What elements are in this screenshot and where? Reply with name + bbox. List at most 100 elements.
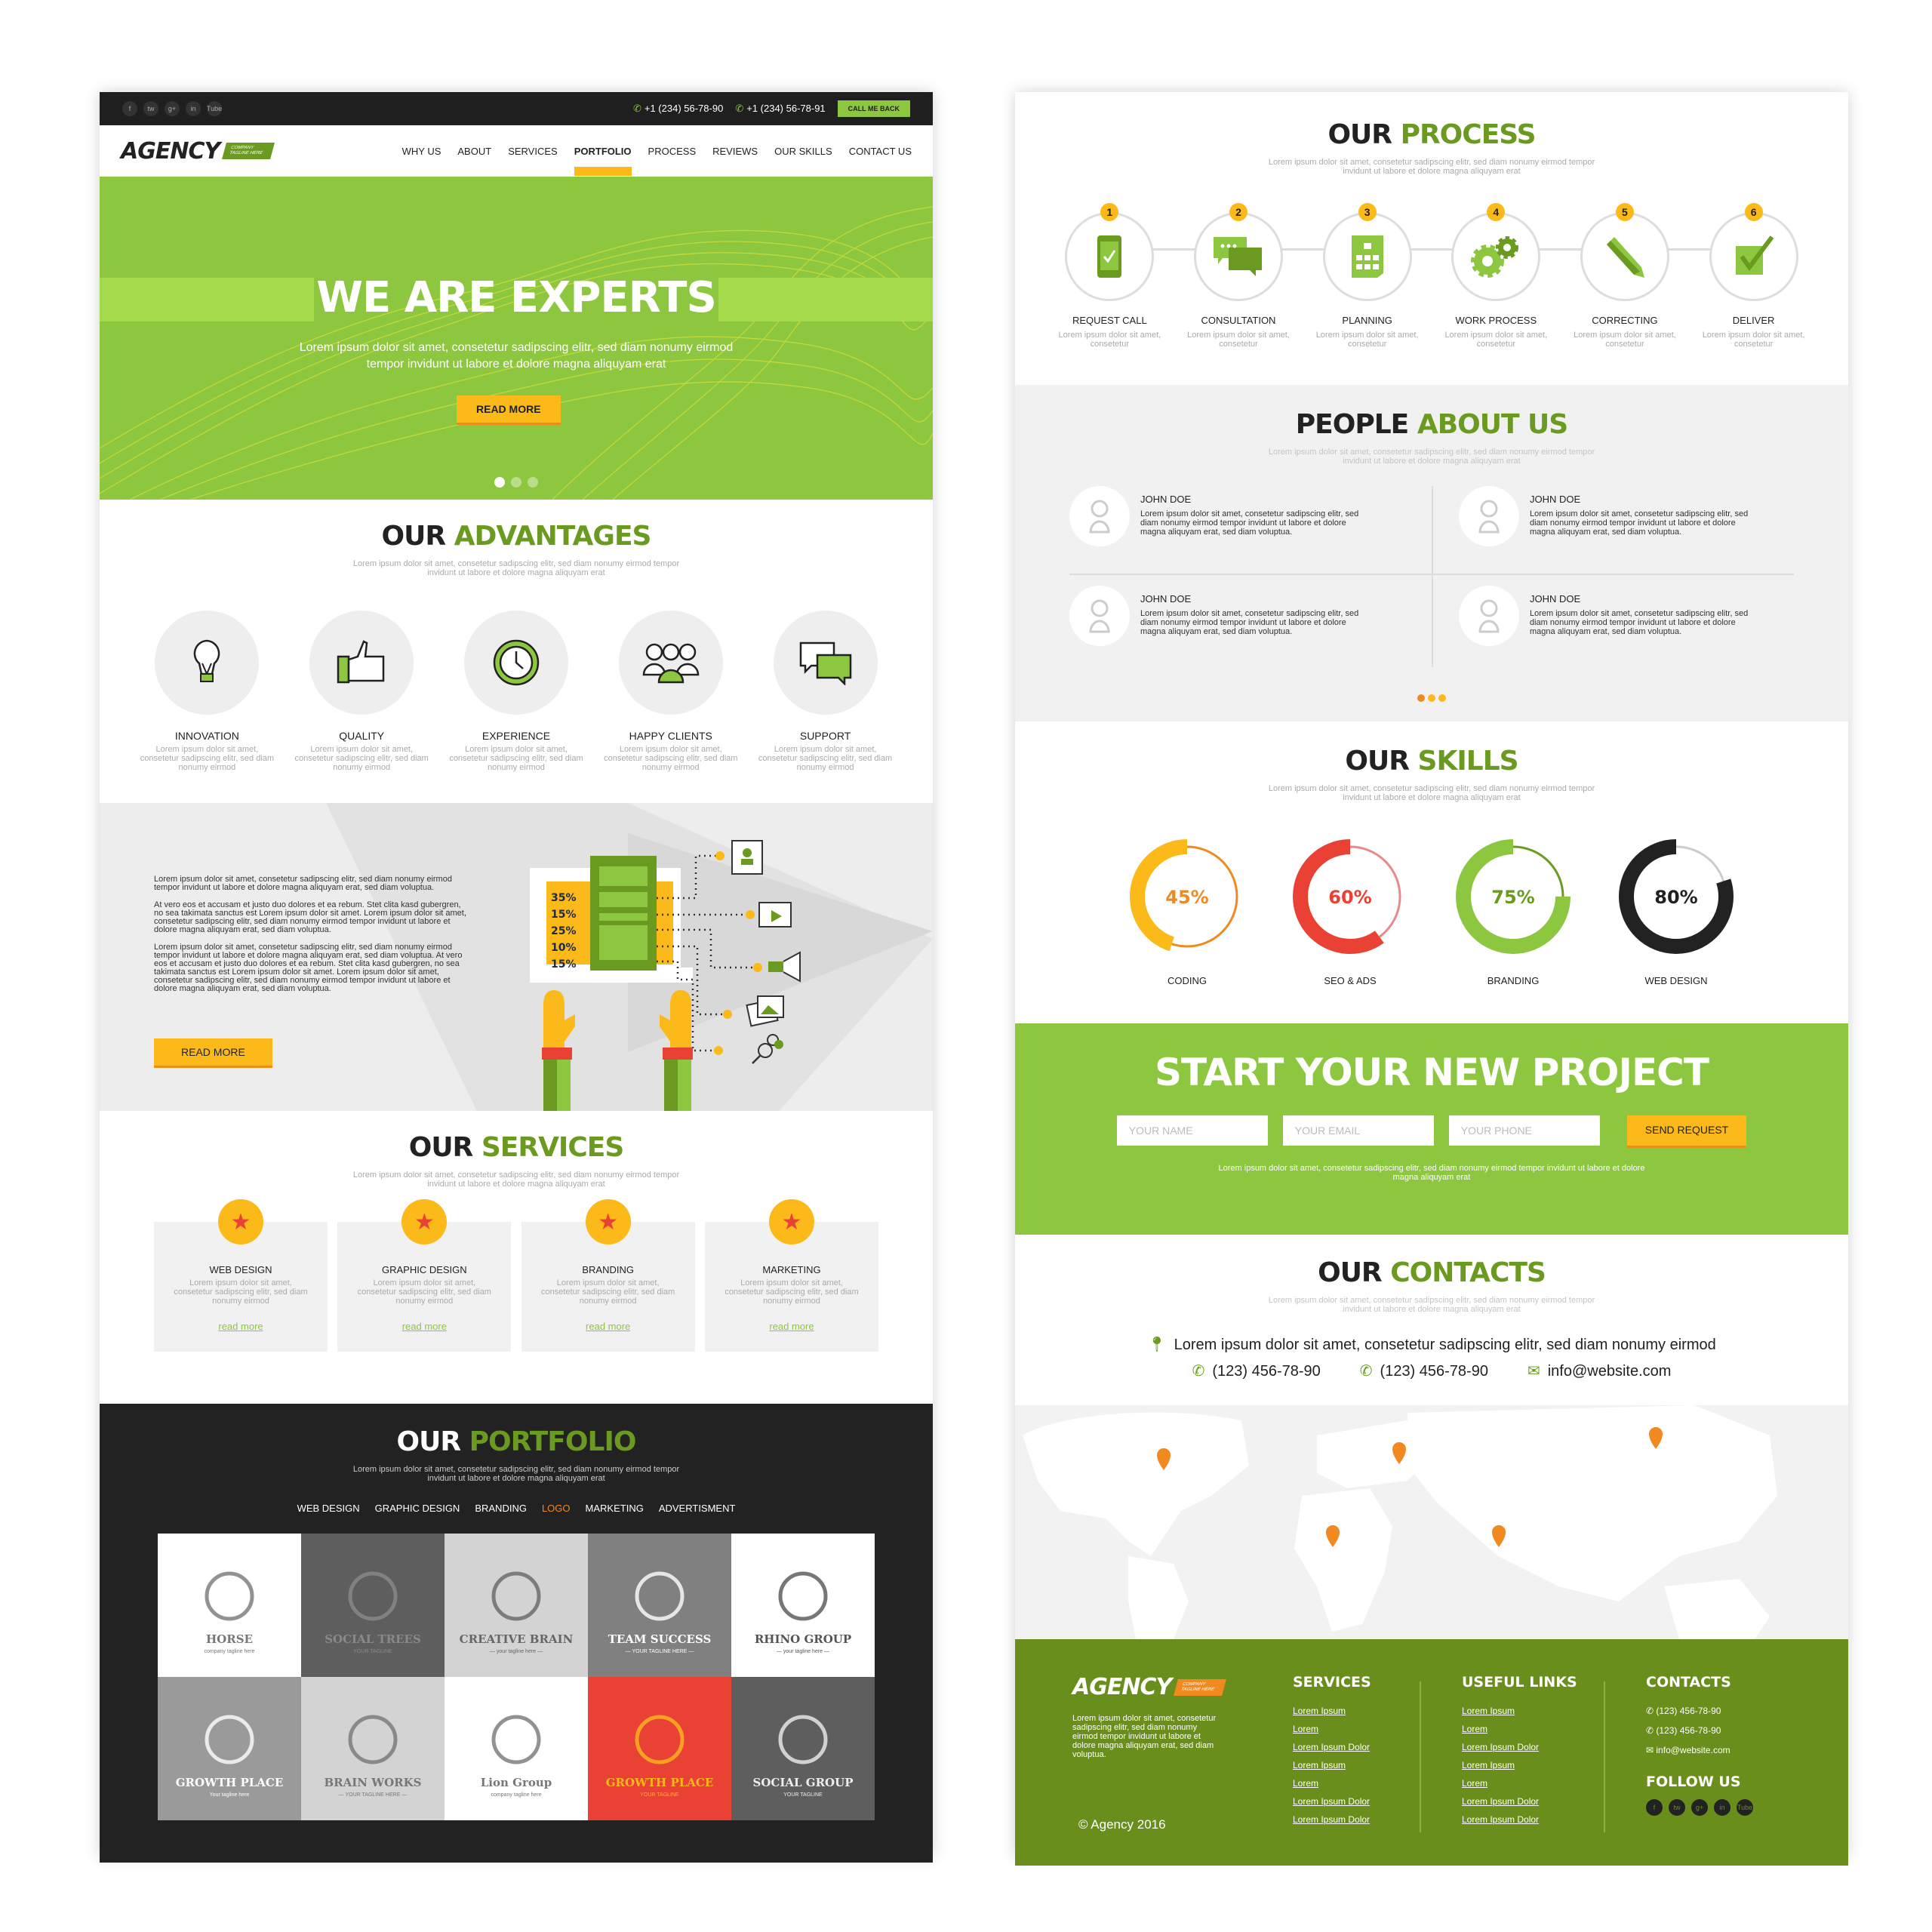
send-request-button[interactable]: SEND REQUEST xyxy=(1626,1115,1747,1146)
footer-link[interactable]: Lorem Ipsum Dolor xyxy=(1293,1742,1371,1752)
footer-link[interactable]: Lorem Ipsum xyxy=(1293,1760,1371,1770)
services-section: OUR SERVICES Lorem ipsum dolor sit amet,… xyxy=(100,1111,933,1404)
nav-about[interactable]: ABOUT xyxy=(457,141,491,162)
process-steps: 1 REQUEST CALL Lorem ipsum dolor sit amet,… xyxy=(1015,203,1848,349)
footer-link[interactable]: Lorem Ipsum xyxy=(1293,1706,1371,1716)
about-section: ABOUT US Lorem ipsum dolor sit amet, con… xyxy=(100,803,933,1111)
call-me-back-button[interactable]: CALL ME BACK xyxy=(837,100,910,117)
nav-why-us[interactable]: WHY US xyxy=(402,141,441,162)
skills-title: OUR SKILLS xyxy=(1345,746,1518,777)
testimonial: JOHN DOE Lorem ipsum dolor sit amet, cons… xyxy=(1069,486,1417,546)
portfolio-item[interactable]: GROWTH PLACE Your tagline here xyxy=(158,1677,301,1820)
slide-dot-2[interactable] xyxy=(511,477,521,488)
footer-link[interactable]: Lorem xyxy=(1462,1778,1577,1789)
gears-icon xyxy=(1471,236,1519,278)
footer-logo[interactable]: AGENCY COMPANY TAGLINE HERE xyxy=(1072,1674,1226,1700)
footer-link[interactable]: Lorem Ipsum Dolor xyxy=(1462,1742,1577,1752)
facebook-icon[interactable]: f xyxy=(1646,1799,1663,1816)
footer-link[interactable]: Lorem Ipsum xyxy=(1462,1760,1577,1770)
advantages-subtitle: Lorem ipsum dolor sit amet, consetetur s… xyxy=(352,559,680,577)
phone-input[interactable] xyxy=(1448,1115,1600,1146)
tab-marketing[interactable]: MARKETING xyxy=(586,1503,644,1514)
phone-icon: ✆ xyxy=(632,103,641,114)
testimonials-section: PEOPLE ABOUT US Lorem ipsum dolor sit am… xyxy=(1015,385,1848,721)
email-input[interactable] xyxy=(1282,1115,1434,1146)
hero-read-more-button[interactable]: READ MORE xyxy=(457,395,561,423)
hands-illustration xyxy=(542,990,693,1111)
portfolio-item[interactable]: RHINO GROUP — your tagline here — xyxy=(731,1534,875,1677)
skill-gauge: 60% SEO & ADS xyxy=(1286,832,1414,986)
skill-percent: 60% xyxy=(1328,887,1371,908)
page-dot-3[interactable] xyxy=(1438,694,1446,702)
tab-advertisment[interactable]: ADVERTISMENT xyxy=(659,1503,736,1514)
google-plus-icon[interactable]: g+ xyxy=(165,101,180,116)
footer-phone-2[interactable]: ✆ (123) 456-78-90 xyxy=(1646,1725,1753,1736)
advantages-title: OUR ADVANTAGES xyxy=(381,521,652,552)
about-read-more-button[interactable]: READ MORE xyxy=(154,1038,272,1066)
phone-icon: ✆ xyxy=(735,103,744,114)
facebook-icon[interactable]: f xyxy=(122,101,137,116)
page-dot-2[interactable] xyxy=(1428,694,1435,702)
page-dot-1[interactable] xyxy=(1417,694,1425,702)
process-step: 1 REQUEST CALL Lorem ipsum dolor sit amet,… xyxy=(1053,203,1166,349)
portfolio-item[interactable]: TEAM SUCCESS — YOUR TAGLINE HERE — xyxy=(588,1534,731,1677)
slide-dot-3[interactable] xyxy=(528,477,538,488)
name-input[interactable] xyxy=(1116,1115,1268,1146)
footer-link[interactable]: Lorem xyxy=(1293,1778,1371,1789)
advantage-item: QUALITY Lorem ipsum dolor sit amet, cons… xyxy=(294,611,429,772)
world-map[interactable] xyxy=(1015,1405,1848,1639)
address: 📍︎ Lorem ipsum dolor sit amet, consetetur… xyxy=(1147,1337,1716,1353)
logo[interactable]: AGENCY COMPANY TAGLINE HERE xyxy=(121,138,275,165)
nav-our-skills[interactable]: OUR SKILLS xyxy=(774,141,832,162)
read-more-link[interactable]: read more xyxy=(705,1321,878,1332)
footer-link[interactable]: Lorem Ipsum Dolor xyxy=(1462,1814,1577,1825)
footer-phone-1[interactable]: ✆ (123) 456-78-90 xyxy=(1646,1706,1753,1716)
linkedin-icon[interactable]: in xyxy=(1714,1799,1730,1816)
portfolio-item[interactable]: Lion Group company tagline here xyxy=(445,1677,588,1820)
google-plus-icon[interactable]: g+ xyxy=(1691,1799,1708,1816)
phone-numbers: ✆ +1 (234) 56-78-90 ✆ +1 (234) 56-78-91 CA… xyxy=(633,100,910,117)
contact-phone-2[interactable]: ✆ (123) 456-78-90 xyxy=(1360,1361,1488,1380)
footer-link[interactable]: Lorem xyxy=(1293,1724,1371,1734)
linkedin-icon[interactable]: in xyxy=(186,101,201,116)
skills-list: 45% CODING 60% SEO & ADS 75% BRANDING 80… xyxy=(1015,832,1848,986)
portfolio-item[interactable]: BRAIN WORKS — YOUR TAGLINE HERE — xyxy=(301,1677,445,1820)
twitter-icon[interactable]: tw xyxy=(1669,1799,1685,1816)
contact-phone-1[interactable]: ✆ (123) 456-78-90 xyxy=(1192,1361,1321,1380)
nav-reviews[interactable]: REVIEWS xyxy=(712,141,758,162)
tab-logo[interactable]: LOGO xyxy=(542,1503,571,1514)
read-more-link[interactable]: read more xyxy=(154,1321,328,1332)
pencil-icon xyxy=(1606,237,1644,278)
portfolio-item[interactable]: CREATIVE BRAIN — your tagline here — xyxy=(445,1534,588,1677)
footer-link[interactable]: Lorem Ipsum Dolor xyxy=(1293,1814,1371,1825)
portfolio-item[interactable]: SOCIAL TREES YOUR TAGLINE xyxy=(301,1534,445,1677)
nav-portfolio[interactable]: PORTFOLIO xyxy=(574,141,632,176)
nav-services[interactable]: SERVICES xyxy=(508,141,558,162)
youtube-icon[interactable]: Tube xyxy=(207,101,222,116)
read-more-link[interactable]: read more xyxy=(337,1321,511,1332)
youtube-icon[interactable]: Tube xyxy=(1737,1799,1753,1816)
portfolio-subtitle: Lorem ipsum dolor sit amet, consetetur s… xyxy=(352,1465,680,1483)
footer-link[interactable]: Lorem Ipsum xyxy=(1462,1706,1577,1716)
contact-email[interactable]: ✉ info@website.com xyxy=(1527,1361,1671,1380)
slider-dots xyxy=(100,477,933,488)
footer-link[interactable]: Lorem Ipsum Dolor xyxy=(1462,1796,1577,1807)
tab-graphic-design[interactable]: GRAPHIC DESIGN xyxy=(375,1503,460,1514)
portfolio-item[interactable]: SOCIAL GROUP YOUR TAGLINE xyxy=(731,1677,875,1820)
footer-email[interactable]: ✉ info@website.com xyxy=(1646,1745,1753,1755)
read-more-link[interactable]: read more xyxy=(521,1321,695,1332)
tab-branding[interactable]: BRANDING xyxy=(475,1503,527,1514)
portfolio-item[interactable]: HORSE company tagline here xyxy=(158,1534,301,1677)
checkbox-icon xyxy=(1735,235,1774,275)
portfolio-item[interactable]: GROWTH PLACE YOUR TAGLINE xyxy=(588,1677,731,1820)
nav-process[interactable]: PROCESS xyxy=(648,141,697,162)
twitter-icon[interactable]: tw xyxy=(143,101,158,116)
nav-contact-us[interactable]: CONTACT US xyxy=(849,141,912,162)
footer-link[interactable]: Lorem xyxy=(1462,1724,1577,1734)
slide-dot-1[interactable] xyxy=(494,477,505,488)
tab-web-design[interactable]: WEB DESIGN xyxy=(297,1503,360,1514)
divider xyxy=(1069,574,1794,575)
envelope-icon: ✉ xyxy=(1527,1363,1540,1380)
footer-link[interactable]: Lorem Ipsum Dolor xyxy=(1293,1796,1371,1807)
services-title: OUR SERVICES xyxy=(408,1132,625,1163)
